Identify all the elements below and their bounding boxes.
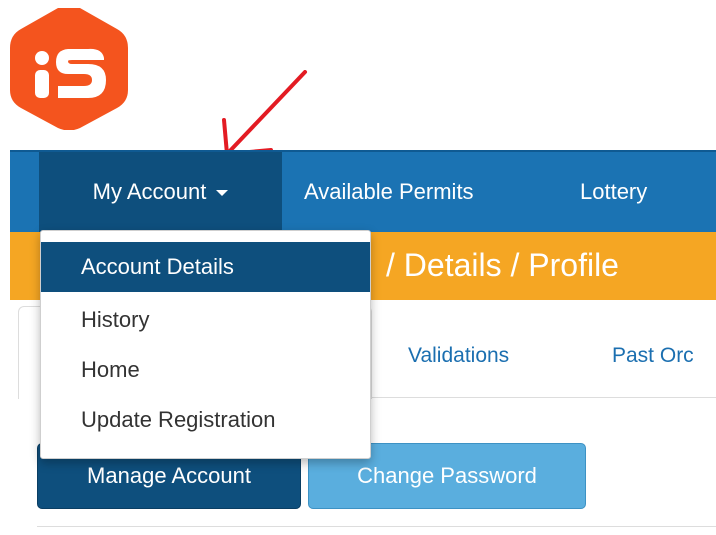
- nav-available-permits[interactable]: Available Permits: [304, 152, 474, 232]
- menu-item-history[interactable]: History: [41, 295, 370, 345]
- caret-down-icon: [216, 190, 229, 197]
- my-account-dropdown: Account Details History Home Update Regi…: [40, 230, 371, 459]
- menu-item-update-registration[interactable]: Update Registration: [41, 395, 370, 445]
- tab-past-orders[interactable]: Past Orc: [612, 344, 694, 368]
- is-logo-icon: [10, 8, 128, 130]
- top-navbar: My Account Available Permits Lottery: [10, 150, 716, 232]
- section-divider: [37, 526, 716, 527]
- nav-my-account-label: My Account: [92, 179, 207, 204]
- nav-lottery[interactable]: Lottery: [580, 152, 647, 232]
- menu-item-account-details[interactable]: Account Details: [41, 242, 370, 292]
- tab-validations[interactable]: Validations: [408, 344, 509, 368]
- breadcrumb: / Details / Profile: [386, 247, 619, 283]
- menu-item-home[interactable]: Home: [41, 345, 370, 395]
- nav-my-account[interactable]: My Account: [39, 152, 282, 232]
